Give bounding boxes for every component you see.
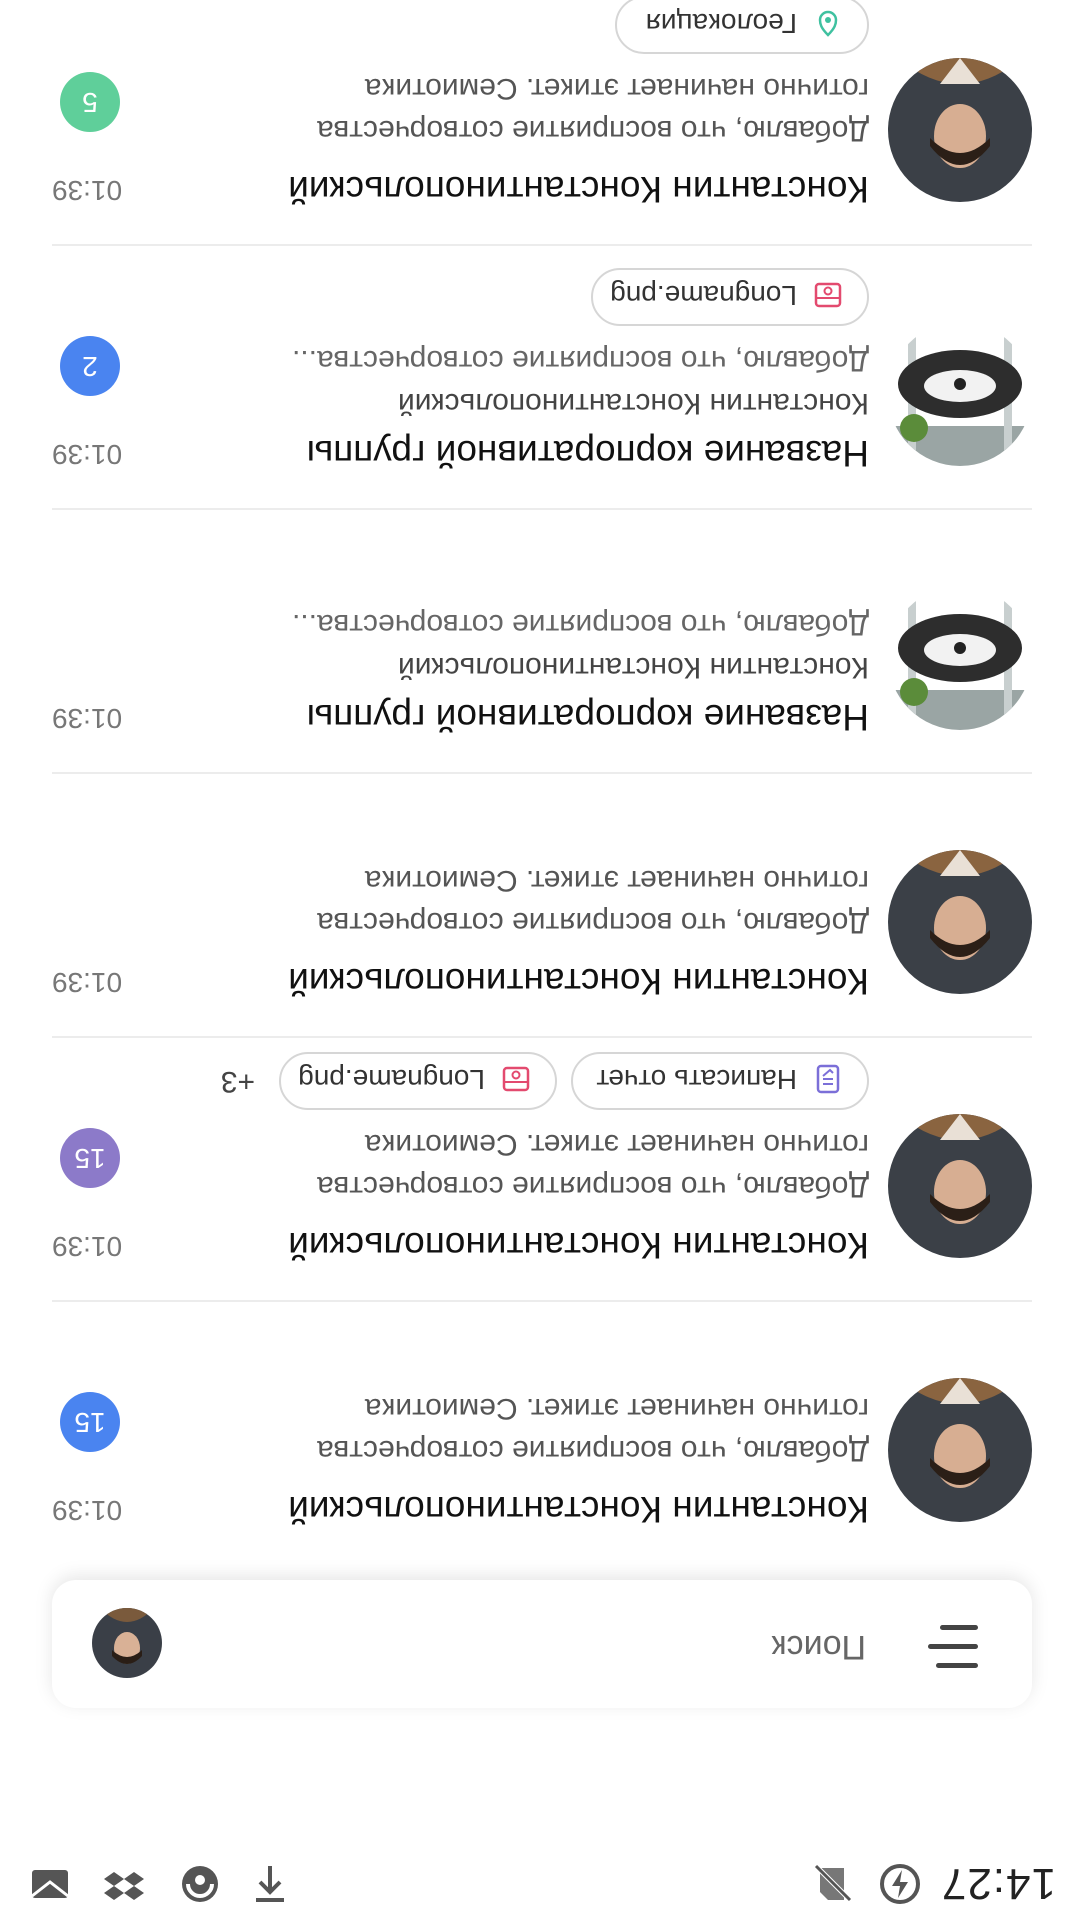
status-bar: 14:27: [0, 1844, 1084, 1924]
mail-icon: [31, 1870, 69, 1898]
avatar[interactable]: [888, 322, 1032, 466]
attachment-label: Longname.png: [610, 280, 797, 311]
avatar[interactable]: [888, 58, 1032, 202]
upload-icon: [256, 1866, 284, 1902]
chat-message: Добавлю, что восприятие сотворчества: [317, 1170, 869, 1203]
more-attachments-count[interactable]: +3: [221, 1064, 255, 1098]
attachment-label: Написать отчет: [596, 1064, 797, 1095]
divider: [52, 508, 1032, 510]
chat-message: Добавлю, что восприятие сотворчества...: [292, 608, 869, 641]
chat-list-item[interactable]: Константин Константинопольский 01:39 Добав…: [0, 0, 1084, 244]
chat-message-line2: готично начинает этикет. Семиотика: [364, 1392, 869, 1425]
avatar[interactable]: [888, 1378, 1032, 1522]
unread-badge: 15: [60, 1128, 120, 1188]
chat-time: 01:39: [52, 967, 123, 998]
chat-message: Добавлю, что восприятие сотворчества...: [292, 344, 869, 377]
chat-name: Константин Константинопольский: [288, 961, 869, 1002]
chat-list-item[interactable]: Константин Константинопольский 01:39 Добав…: [0, 772, 1084, 1036]
avatar[interactable]: [888, 850, 1032, 994]
attachment-chip[interactable]: Longname.png: [279, 1052, 557, 1110]
chat-name: Название корпоративной группы: [306, 433, 869, 474]
chat-time: 01:39: [52, 175, 123, 206]
avatar[interactable]: [888, 586, 1032, 730]
chat-sender: Константин Константинопольский: [398, 651, 869, 684]
chat-name: Константин Константинопольский: [288, 169, 869, 210]
avatar[interactable]: [888, 1114, 1032, 1258]
chat-message: Добавлю, что восприятие сотворчества: [317, 906, 869, 939]
avatar[interactable]: [92, 1608, 162, 1678]
chat-time: 01:39: [52, 703, 123, 734]
chat-name: Константин Константинопольский: [288, 1489, 869, 1530]
chat-message: Добавлю, что восприятие сотворчества: [317, 1434, 869, 1467]
chat-message-line2: готично начинает этикет. Семиотика: [364, 864, 869, 897]
search-bar[interactable]: Поиск: [52, 1580, 1032, 1708]
unread-badge: 15: [60, 1392, 120, 1452]
attachment-label: Геолокация: [645, 8, 797, 39]
attachment-chip[interactable]: Написать отчет: [571, 1052, 869, 1110]
status-time: 14:27: [940, 1859, 1056, 1908]
divider: [52, 244, 1032, 246]
unread-badge: 5: [60, 72, 120, 132]
chat-message: Добавлю, что восприятие сотворчества: [317, 114, 869, 147]
chat-list-item[interactable]: Название корпоративной группы 01:39 Конста…: [0, 244, 1084, 508]
unread-badge: 2: [60, 336, 120, 396]
chat-name: Название корпоративной группы: [306, 697, 869, 738]
dropbox-icon: [104, 1872, 144, 1900]
attachment-chip[interactable]: Longname.png: [591, 268, 869, 326]
divider: [52, 1300, 1032, 1302]
chat-time: 01:39: [52, 1231, 123, 1262]
chat-time: 01:39: [52, 1495, 123, 1526]
chat-time: 01:39: [52, 439, 123, 470]
battery-saver-icon: [880, 1864, 920, 1904]
divider: [52, 1036, 1032, 1038]
chat-name: Константин Константинопольский: [288, 1225, 869, 1266]
search-input[interactable]: Поиск: [772, 1627, 866, 1666]
sync-icon: [182, 1866, 218, 1902]
chat-list-item[interactable]: Константин Константинопольский 01:39 Добав…: [0, 1300, 1084, 1564]
menu-icon[interactable]: [928, 1622, 978, 1668]
chat-list-item[interactable]: Название корпоративной группы 01:39 Конста…: [0, 508, 1084, 772]
attachment-label: Longname.png: [298, 1064, 485, 1095]
no-sim-icon: [814, 1864, 852, 1902]
chat-list-item[interactable]: Константин Константинопольский 01:39 Добав…: [0, 1036, 1084, 1300]
chat-message-line2: готично начинает этикет. Семиотика: [364, 1128, 869, 1161]
chat-sender: Константин Константинопольский: [398, 387, 869, 420]
divider: [52, 772, 1032, 774]
chat-message-line2: готично начинает этикет. Семиотика: [364, 72, 869, 105]
attachment-chip[interactable]: Геолокация: [615, 0, 869, 54]
